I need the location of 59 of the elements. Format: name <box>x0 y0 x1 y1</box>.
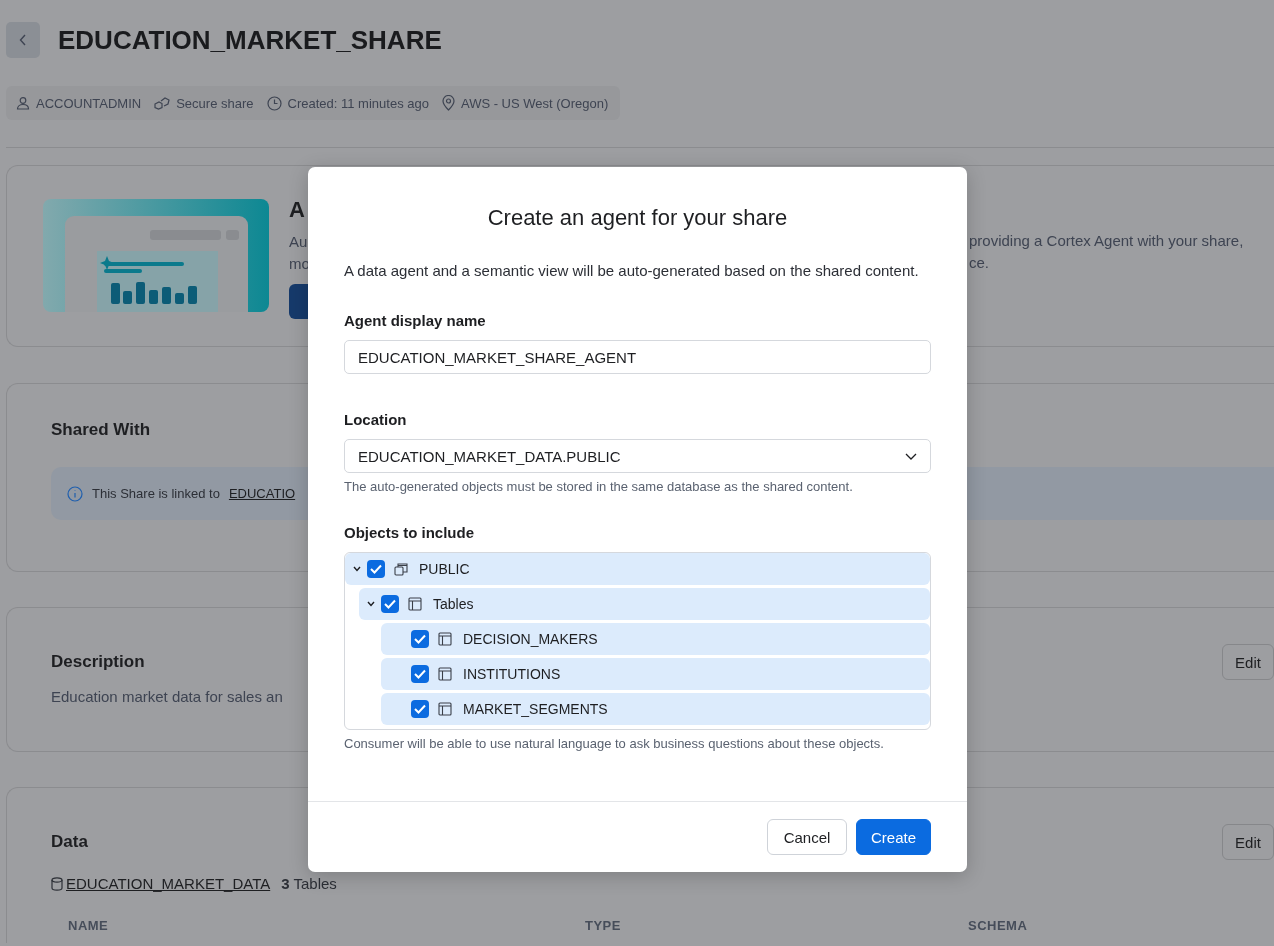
help-text: Consumer will be able to use natural language to ask business questions about these objects. <box>344 736 885 751</box>
field-label: Objects to include <box>344 524 476 541</box>
page-title: EDUCATION_MARKET_SHARE <box>58 24 442 56</box>
tree-item-label: DECISION_MAKERS <box>463 631 598 647</box>
table-icon <box>438 702 452 716</box>
meta-text: ACCOUNTADMIN <box>36 95 142 111</box>
dialog-title: Create an agent for your share <box>486 205 789 231</box>
location-pin-icon <box>441 95 455 111</box>
field-label: Agent display name <box>344 312 487 329</box>
checkbox[interactable] <box>411 700 429 718</box>
table-count: 3 Tables <box>281 875 337 892</box>
chevron-icon[interactable] <box>367 601 375 607</box>
table-icon <box>408 597 422 611</box>
card-text: ce. <box>969 253 990 273</box>
card-text: providing a Cortex Agent with your share, <box>969 231 1244 251</box>
clock-icon <box>266 95 282 111</box>
tree-item-label: MARKET_SEGMENTS <box>463 701 608 717</box>
stacked-squares-icon <box>394 562 408 576</box>
description-text: Education market data for sales an <box>51 688 284 705</box>
primary-button[interactable] <box>289 284 309 319</box>
meta-text: Created: 11 minutes ago <box>287 95 429 111</box>
field-label: Location <box>344 411 408 428</box>
edit-button[interactable]: Edit <box>1222 824 1274 860</box>
column-header: TYPE <box>585 918 622 933</box>
tree-item-label: INSTITUTIONS <box>463 666 561 682</box>
section-heading: Shared With <box>51 420 152 440</box>
column-header: NAME <box>68 918 110 933</box>
location-dropdown[interactable]: EDUCATION_MARKET_DATA.PUBLIC <box>344 439 931 473</box>
info-icon <box>67 485 83 502</box>
chevron-left-icon <box>19 34 27 46</box>
name-input-field[interactable]: EDUCATION_MARKET_SHARE_AGENT <box>344 340 931 374</box>
section-heading: Data <box>51 832 88 852</box>
checkbox[interactable] <box>411 630 429 648</box>
cubes-icon <box>154 96 171 110</box>
chevron-down-icon <box>905 452 917 460</box>
user-icon <box>16 96 30 110</box>
card-title: A <box>289 199 305 221</box>
chevron-icon[interactable] <box>353 566 361 572</box>
column-header: SCHEMA <box>968 918 1029 933</box>
checkbox[interactable] <box>367 560 385 578</box>
tree-item-label: PUBLIC <box>419 561 470 577</box>
banner-text: This Share is linked to <box>92 486 220 501</box>
section-heading: Description <box>51 652 145 672</box>
table-icon <box>438 667 452 681</box>
table-icon <box>438 632 452 646</box>
edit-button[interactable]: Edit <box>1222 644 1274 680</box>
meta-text: Secure share <box>176 95 254 111</box>
card-text: Au <box>289 232 309 252</box>
tree-item-label: Tables <box>433 596 474 612</box>
meta-text: AWS - US West (Oregon) <box>460 95 609 111</box>
checkbox[interactable] <box>381 595 399 613</box>
cancel-button[interactable]: Cancel <box>767 819 847 855</box>
help-text: The auto-generated objects must be stored in the same database as the shared content. <box>344 479 854 494</box>
database-icon <box>51 876 63 891</box>
database-link[interactable]: EDUCATIO <box>228 486 296 501</box>
create-button[interactable]: Create <box>856 819 931 855</box>
database-link[interactable]: EDUCATION_MARKET_DATA <box>66 875 271 892</box>
checkbox[interactable] <box>411 665 429 683</box>
dialog-description: A data agent and a semantic view will be auto-generated based on the shared content. <box>344 261 920 281</box>
